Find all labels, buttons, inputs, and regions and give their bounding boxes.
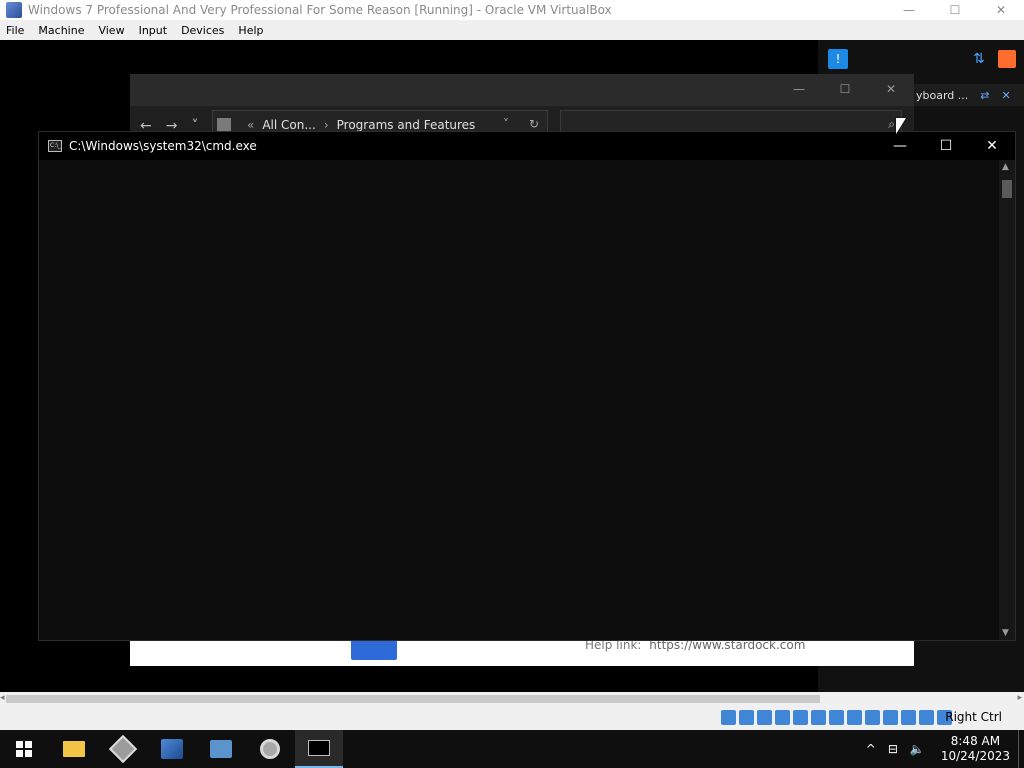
pin-icon[interactable]: ⇄ bbox=[980, 89, 989, 102]
network-status-icon[interactable]: ⊟ bbox=[882, 742, 904, 756]
clock-date: 10/24/2023 bbox=[940, 749, 1010, 763]
menu-devices[interactable]: Devices bbox=[175, 24, 232, 37]
address-dropdown-chevron-icon[interactable]: ˅ bbox=[503, 117, 509, 131]
cmd-maximize-button[interactable]: ☐ bbox=[923, 132, 969, 160]
cpu-icon[interactable] bbox=[901, 710, 916, 725]
network-icon[interactable] bbox=[793, 710, 808, 725]
scroll-left-arrow-icon[interactable]: ◂ bbox=[0, 693, 5, 703]
search-icon[interactable]: ⌕ bbox=[888, 117, 895, 132]
system-tray: ^ ⊟ 🔈 8:48 AM 10/24/2023 bbox=[860, 730, 1024, 768]
breadcrumb-overflow-icon[interactable]: « bbox=[239, 118, 262, 132]
virtualization-icon[interactable] bbox=[883, 710, 898, 725]
taskbar-virtualbox[interactable] bbox=[99, 730, 147, 768]
minimize-button[interactable]: — bbox=[886, 0, 932, 20]
device-status-icons bbox=[721, 710, 952, 725]
taskbar-windows-7-vm[interactable] bbox=[148, 730, 196, 768]
folder-icon bbox=[63, 741, 85, 757]
windows-7-icon bbox=[161, 739, 183, 759]
cp-minimize-button[interactable]: — bbox=[776, 74, 822, 104]
volume-muted-icon[interactable]: 🔈 bbox=[904, 742, 931, 756]
floppy-icon[interactable] bbox=[757, 710, 772, 725]
start-button[interactable] bbox=[0, 730, 48, 768]
clock[interactable]: 8:48 AM 10/24/2023 bbox=[931, 734, 1018, 764]
cmd-console-area[interactable] bbox=[39, 160, 999, 640]
windows-logo-icon bbox=[16, 741, 32, 757]
cmd-window-controls: — ☐ ✕ bbox=[877, 132, 1015, 160]
optical-drive-icon[interactable] bbox=[739, 710, 754, 725]
menu-file[interactable]: File bbox=[0, 24, 32, 37]
audio-icon[interactable] bbox=[775, 710, 790, 725]
show-hidden-icons-chevron-icon[interactable]: ^ bbox=[860, 742, 882, 756]
recording-icon[interactable] bbox=[865, 710, 880, 725]
virtualbox-titlebar: Windows 7 Professional And Very Professi… bbox=[0, 0, 1024, 20]
virtualbox-menubar: File Machine View Input Devices Help bbox=[0, 20, 1024, 40]
fire-icon[interactable] bbox=[998, 50, 1016, 68]
breadcrumb-separator-icon: › bbox=[323, 118, 329, 132]
command-prompt-icon bbox=[308, 740, 330, 756]
control-panel-titlebar: — ☐ ✕ bbox=[130, 74, 914, 106]
taskbar-file-explorer[interactable] bbox=[50, 730, 98, 768]
side-panel-toolbar: ! ⇅ bbox=[820, 44, 1024, 74]
remote-desktop-icon bbox=[210, 740, 232, 758]
show-desktop-button[interactable] bbox=[1018, 730, 1024, 768]
cmd-minimize-button[interactable]: — bbox=[877, 132, 923, 160]
display-icon[interactable] bbox=[847, 710, 862, 725]
cmd-app-icon[interactable]: C:\_ bbox=[48, 140, 62, 152]
cp-maximize-button[interactable]: ☐ bbox=[822, 74, 868, 104]
cmd-window-title: C:\Windows\system32\cmd.exe bbox=[69, 139, 257, 153]
breadcrumb: «All Con... › Programs and Features bbox=[239, 118, 475, 132]
taskbar-command-prompt[interactable] bbox=[295, 730, 343, 768]
shared-folders-icon[interactable] bbox=[829, 710, 844, 725]
address-bar-actions: ˅ ↻ bbox=[503, 117, 539, 131]
screen: Windows 7 Professional And Very Professi… bbox=[0, 0, 1024, 768]
sort-icon[interactable]: ⇅ bbox=[970, 50, 988, 68]
virtualbox-window-title: Windows 7 Professional And Very Professi… bbox=[28, 3, 612, 17]
close-notification-icon[interactable]: ✕ bbox=[1001, 89, 1010, 102]
breadcrumb-item-programs-features[interactable]: Programs and Features bbox=[337, 118, 476, 132]
cp-close-button[interactable]: ✕ bbox=[868, 74, 914, 104]
taskbar: ^ ⊟ 🔈 8:48 AM 10/24/2023 bbox=[0, 730, 1024, 768]
menu-view[interactable]: View bbox=[92, 24, 132, 37]
host-key-label[interactable]: Right Ctrl bbox=[945, 710, 1002, 724]
vm-scrollbar-thumb[interactable] bbox=[6, 695, 820, 703]
cmd-window[interactable]: C:\_ C:\Windows\system32\cmd.exe — ☐ ✕ ▲… bbox=[38, 131, 1016, 641]
control-panel-window-controls: — ☐ ✕ bbox=[776, 74, 914, 104]
scroll-down-arrow-icon[interactable]: ▼ bbox=[1002, 628, 1009, 638]
mouse-cursor-icon bbox=[896, 118, 906, 134]
maximize-button[interactable]: ☐ bbox=[932, 0, 978, 20]
cmd-titlebar[interactable]: C:\_ C:\Windows\system32\cmd.exe — ☐ ✕ bbox=[39, 132, 1015, 160]
scroll-right-arrow-icon[interactable]: ▸ bbox=[1017, 693, 1022, 703]
usb-icon[interactable] bbox=[811, 710, 826, 725]
close-button[interactable]: ✕ bbox=[978, 0, 1024, 20]
virtualbox-statusbar: Right Ctrl bbox=[0, 706, 1024, 730]
control-panel-icon bbox=[217, 118, 231, 132]
keyboard-notification-text: yboard ... bbox=[916, 88, 969, 102]
virtualbox-window-controls: — ☐ ✕ bbox=[886, 0, 1024, 20]
breadcrumb-item-all-control-panel[interactable]: All Con... bbox=[262, 118, 315, 132]
menu-help[interactable]: Help bbox=[232, 24, 271, 37]
menu-input[interactable]: Input bbox=[133, 24, 175, 37]
notification-icon[interactable]: ! bbox=[828, 49, 848, 69]
taskbar-disc-burner[interactable] bbox=[246, 730, 294, 768]
vm-horizontal-scrollbar[interactable]: ◂ ▸ bbox=[0, 692, 1024, 706]
hard-disk-icon[interactable] bbox=[721, 710, 736, 725]
virtualbox-app-icon bbox=[6, 2, 22, 18]
scroll-up-arrow-icon[interactable]: ▲ bbox=[1002, 162, 1009, 172]
cmd-vertical-scrollbar[interactable]: ▲ ▼ bbox=[999, 160, 1015, 640]
clock-time: 8:48 AM bbox=[950, 734, 1001, 748]
disc-icon bbox=[260, 739, 280, 759]
virtualbox-icon bbox=[108, 734, 138, 764]
menu-machine[interactable]: Machine bbox=[32, 24, 92, 37]
side-tools: ⇅ bbox=[970, 50, 1016, 68]
taskbar-remote-desktop[interactable] bbox=[197, 730, 245, 768]
refresh-icon[interactable]: ↻ bbox=[529, 117, 539, 131]
cmd-close-button[interactable]: ✕ bbox=[969, 132, 1015, 160]
cmd-scrollbar-thumb[interactable] bbox=[1002, 180, 1012, 198]
mouse-integration-icon[interactable] bbox=[919, 710, 934, 725]
